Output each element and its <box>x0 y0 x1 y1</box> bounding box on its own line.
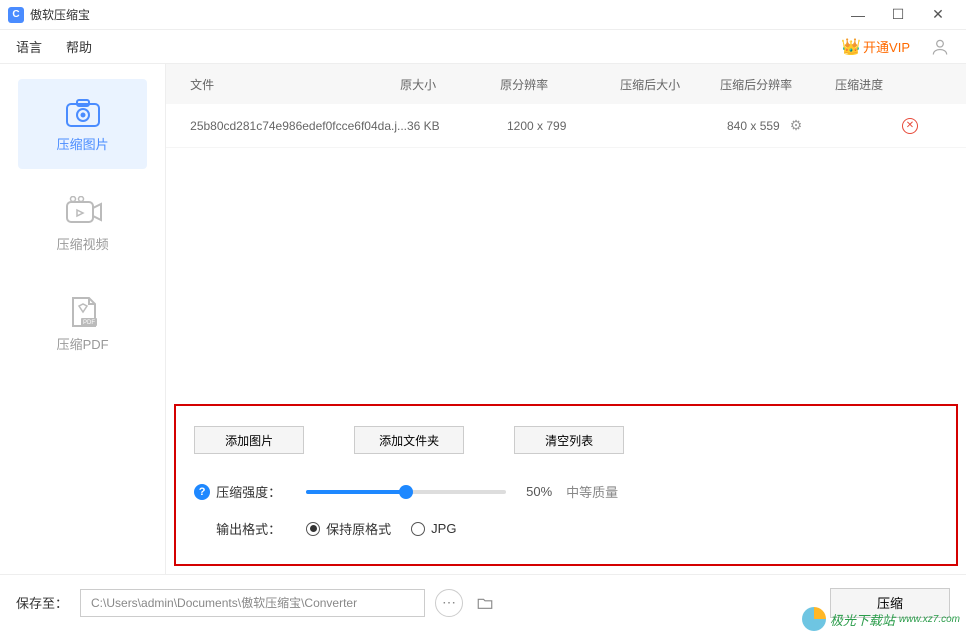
folder-open-icon[interactable] <box>471 589 499 617</box>
strength-row: ? 压缩强度： 50% 中等质量 <box>194 482 938 501</box>
menu-help[interactable]: 帮助 <box>66 37 92 56</box>
col-header-file: 文件 <box>190 76 400 93</box>
col-header-aftersize: 压缩后大小 <box>620 76 720 93</box>
table-header: 文件 原大小 原分辨率 压缩后大小 压缩后分辨率 压缩进度 <box>166 64 966 104</box>
radio-jpg[interactable]: JPG <box>411 521 456 536</box>
strength-value: 50% <box>526 484 566 499</box>
slider-thumb[interactable] <box>399 485 413 499</box>
titlebar: C 傲软压缩宝 — ☐ ✕ <box>0 0 966 30</box>
cell-size: 36 KB <box>407 119 507 133</box>
clear-list-button[interactable]: 清空列表 <box>514 426 624 454</box>
user-icon[interactable] <box>930 37 950 57</box>
strength-slider[interactable] <box>306 490 506 494</box>
add-folder-button[interactable]: 添加文件夹 <box>354 426 464 454</box>
maximize-button[interactable]: ☐ <box>878 0 918 30</box>
pdf-icon: PDF <box>63 296 103 328</box>
sidebar-item-label: 压缩PDF <box>57 334 109 353</box>
radio-keep-original[interactable]: 保持原格式 <box>306 519 391 538</box>
format-label: 输出格式： <box>216 519 286 538</box>
app-logo: C <box>8 7 24 23</box>
menubar: 语言 帮助 👑 开通VIP <box>0 30 966 64</box>
close-button[interactable]: ✕ <box>918 0 958 30</box>
table-row[interactable]: 25b80cd281c74e986edef0fcce6f04da.j... 36… <box>166 104 966 148</box>
menu-language[interactable]: 语言 <box>16 37 42 56</box>
vip-button[interactable]: 👑 开通VIP <box>841 37 910 57</box>
info-icon[interactable]: ? <box>194 484 210 500</box>
minimize-button[interactable]: — <box>838 0 878 30</box>
vip-label: 开通VIP <box>863 37 910 56</box>
cell-file: 25b80cd281c74e986edef0fcce6f04da.j... <box>190 119 407 133</box>
main-area: 压缩图片 压缩视频 PDF 压缩PDF 文件 原大小 原分辨率 压缩后大小 压缩… <box>0 64 966 574</box>
cell-res: 1200 x 799 <box>507 119 627 133</box>
save-path-input[interactable] <box>80 589 425 617</box>
sidebar-item-image[interactable]: 压缩图片 <box>18 79 147 169</box>
sidebar: 压缩图片 压缩视频 PDF 压缩PDF <box>0 64 166 574</box>
col-header-afterres: 压缩后分辨率 <box>720 76 835 93</box>
app-title: 傲软压缩宝 <box>30 6 90 23</box>
cell-afterres: 840 x 559 ⚙ <box>727 117 842 134</box>
more-icon[interactable]: ⋯ <box>435 589 463 617</box>
save-to-label: 保存至： <box>16 593 68 612</box>
format-row: 输出格式： 保持原格式 JPG <box>216 519 938 538</box>
crown-icon: 👑 <box>841 37 861 57</box>
empty-area <box>166 148 966 404</box>
col-header-res: 原分辨率 <box>500 76 620 93</box>
radio-icon <box>306 522 320 536</box>
add-image-button[interactable]: 添加图片 <box>194 426 304 454</box>
sidebar-item-video[interactable]: 压缩视频 <box>18 179 147 269</box>
footer: 保存至： ⋯ 压缩 <box>0 574 966 630</box>
svg-text:PDF: PDF <box>83 320 95 326</box>
video-icon <box>63 196 103 228</box>
compress-button[interactable]: 压缩 <box>830 588 950 618</box>
camera-icon <box>63 96 103 128</box>
sidebar-item-pdf[interactable]: PDF 压缩PDF <box>18 279 147 369</box>
strength-label: 压缩强度： <box>216 482 286 501</box>
radio-icon <box>411 522 425 536</box>
controls-panel: 添加图片 添加文件夹 清空列表 ? 压缩强度： 50% 中等质量 输出格式： <box>174 404 958 566</box>
sidebar-item-label: 压缩图片 <box>57 134 109 153</box>
delete-row-button[interactable]: ✕ <box>902 118 942 134</box>
strength-desc: 中等质量 <box>566 482 618 501</box>
gear-icon[interactable]: ⚙ <box>790 117 803 134</box>
col-header-progress: 压缩进度 <box>835 76 895 93</box>
content: 文件 原大小 原分辨率 压缩后大小 压缩后分辨率 压缩进度 25b80cd281… <box>166 64 966 574</box>
col-header-size: 原大小 <box>400 76 500 93</box>
sidebar-item-label: 压缩视频 <box>57 234 109 253</box>
